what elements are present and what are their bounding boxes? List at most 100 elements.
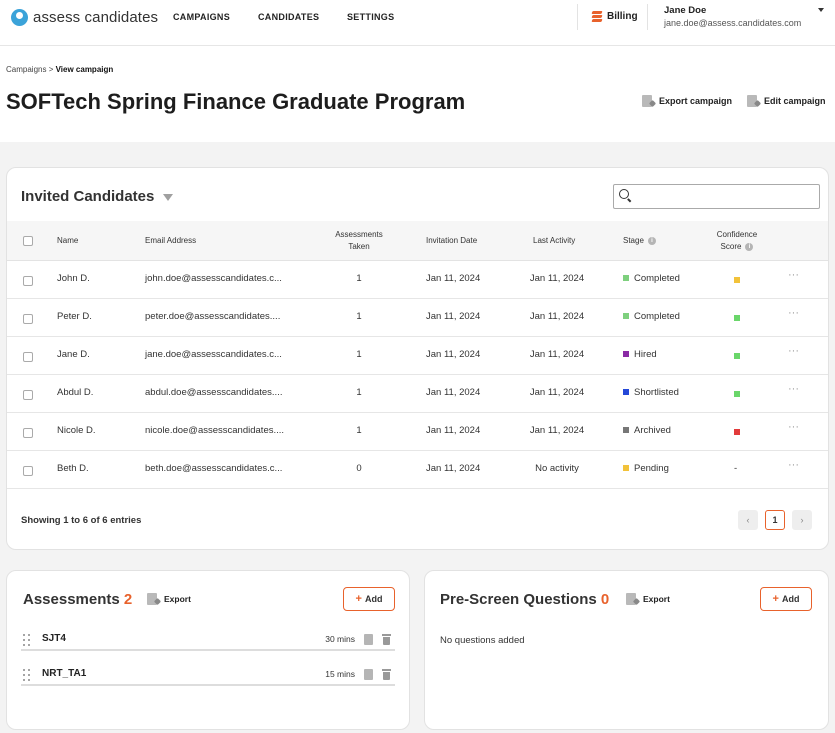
prescreen-questions-card: Pre-Screen Questions 0 Export + Add No qu… [424,570,829,730]
edit-campaign-button[interactable]: Edit campaign [747,95,826,107]
nav-settings[interactable]: SETTINGS [347,12,394,22]
stage-label: Archived [634,425,671,436]
billing-button[interactable]: Billing [591,11,638,22]
breadcrumb: Campaigns > View campaign [6,65,113,74]
row-checkbox[interactable] [23,390,33,400]
chevron-down-icon[interactable] [818,8,824,12]
nav-candidates[interactable]: CANDIDATES [258,12,319,22]
nav-campaigns[interactable]: CAMPAIGNS [173,12,230,22]
assessments-card: Assessments 2 Export + Add SJT4 30 mins N… [6,570,410,730]
confidence-dot [734,277,740,283]
candidate-name[interactable]: John D. [57,273,90,284]
col-stage[interactable]: Stage i [623,235,656,247]
entries-summary: Showing 1 to 6 of 6 entries [21,515,142,526]
last-activity: Jan 11, 2024 [529,425,585,436]
table-row[interactable]: Jane D. jane.doe@assesscandidates.c... 1… [7,337,828,375]
row-checkbox[interactable] [23,314,33,324]
last-activity: Jan 11, 2024 [529,311,585,322]
edit-icon [747,95,757,107]
assessments-taken: 1 [356,349,362,360]
invitation-date: Jan 11, 2024 [426,425,481,436]
more-options-icon[interactable]: ··· [788,269,799,281]
col-confidence-line2: Score [720,242,742,251]
edit-icon[interactable] [364,634,373,645]
assessments-taken: 1 [356,387,362,398]
add-assessment-button[interactable]: + Add [343,587,395,611]
candidate-name[interactable]: Beth D. [57,463,89,474]
col-confidence-score[interactable]: Confidence Score i [702,229,772,253]
col-assessments-line2: Taken [348,242,370,251]
more-options-icon[interactable]: ··· [788,383,799,395]
col-last-activity[interactable]: Last Activity [533,235,575,247]
prescreen-title-label: Pre-Screen Questions [440,591,597,608]
table-row[interactable]: John D. john.doe@assesscandidates.c... 1… [7,261,828,299]
assessment-item[interactable]: NRT_TA1 15 mins [21,666,395,686]
col-assessments-taken[interactable]: Assessments Taken [317,229,401,253]
more-options-icon[interactable]: ··· [788,421,799,433]
add-label: Add [364,594,383,604]
more-options-icon[interactable]: ··· [788,307,799,319]
info-icon[interactable]: i [745,242,754,251]
more-options-icon[interactable]: ··· [788,345,799,357]
row-checkbox[interactable] [23,352,33,362]
stage-dot [623,465,629,472]
candidate-email: nicole.doe@assesscandidates.... [145,425,285,436]
assessment-duration: 15 mins [325,669,355,679]
row-checkbox[interactable] [23,428,33,438]
select-all-checkbox[interactable] [23,236,33,246]
prescreen-count: 0 [600,591,610,608]
candidate-name[interactable]: Jane D. [57,349,90,360]
table-row[interactable]: Beth D. beth.doe@assesscandidates.c... 0… [7,451,828,489]
add-question-button[interactable]: + Add [760,587,812,611]
stage: Shortlisted [623,387,679,398]
search-input[interactable] [613,184,820,209]
trash-icon[interactable] [382,669,391,680]
more-options-icon[interactable]: ··· [788,459,799,471]
invited-candidates-card: Invited Candidates Name Email Address As… [6,167,829,550]
candidate-email: beth.doe@assesscandidates.c... [145,463,283,474]
assessments-count: 2 [123,591,133,608]
logo[interactable]: assess candidates [11,9,158,26]
row-checkbox[interactable] [23,276,33,286]
last-activity: Jan 11, 2024 [529,349,585,360]
pagination-next-button[interactable]: › [792,510,812,530]
stage-dot [623,427,629,434]
breadcrumb-campaigns[interactable]: Campaigns [6,65,46,74]
col-invitation-date[interactable]: Invitation Date [426,235,477,247]
filter-icon[interactable] [163,194,173,201]
pagination-prev-button[interactable]: ‹ [738,510,758,530]
divider [577,4,578,30]
assessment-item[interactable]: SJT4 30 mins [21,631,395,651]
export-prescreen-button[interactable]: Export [626,593,670,605]
candidate-name[interactable]: Peter D. [57,311,92,322]
edit-icon[interactable] [364,669,373,680]
stage-label: Completed [634,273,680,284]
pagination-page-1[interactable]: 1 [765,510,785,530]
plus-icon: + [355,593,362,605]
col-name[interactable]: Name [57,235,78,247]
drag-handle-icon[interactable] [23,634,31,646]
trash-icon[interactable] [382,634,391,645]
page-title: SOFTech Spring Finance Graduate Program [6,89,466,114]
candidate-email: peter.doe@assesscandidates.... [145,311,281,322]
export-campaign-button[interactable]: Export campaign [642,95,732,107]
billing-label: Billing [607,11,638,22]
divider [647,4,648,30]
assessment-name: SJT4 [42,633,66,644]
table-row[interactable]: Peter D. peter.doe@assesscandidates.... … [7,299,828,337]
plus-icon: + [772,593,779,605]
export-assessments-button[interactable]: Export [147,593,191,605]
candidate-name[interactable]: Abdul D. [57,387,93,398]
table-row[interactable]: Nicole D. nicole.doe@assesscandidates...… [7,413,828,451]
drag-handle-icon[interactable] [23,669,31,681]
user-name[interactable]: Jane Doe [664,5,706,16]
candidate-email: abdul.doe@assesscandidates.... [145,387,283,398]
last-activity: Jan 11, 2024 [529,273,585,284]
candidate-name[interactable]: Nicole D. [57,425,96,436]
col-email[interactable]: Email Address [145,235,196,247]
table-row[interactable]: Abdul D. abdul.doe@assesscandidates.... … [7,375,828,413]
row-checkbox[interactable] [23,466,33,476]
info-icon[interactable]: i [647,236,656,245]
assessments-taken: 1 [356,311,362,322]
assessments-title: Assessments 2 [23,591,132,608]
